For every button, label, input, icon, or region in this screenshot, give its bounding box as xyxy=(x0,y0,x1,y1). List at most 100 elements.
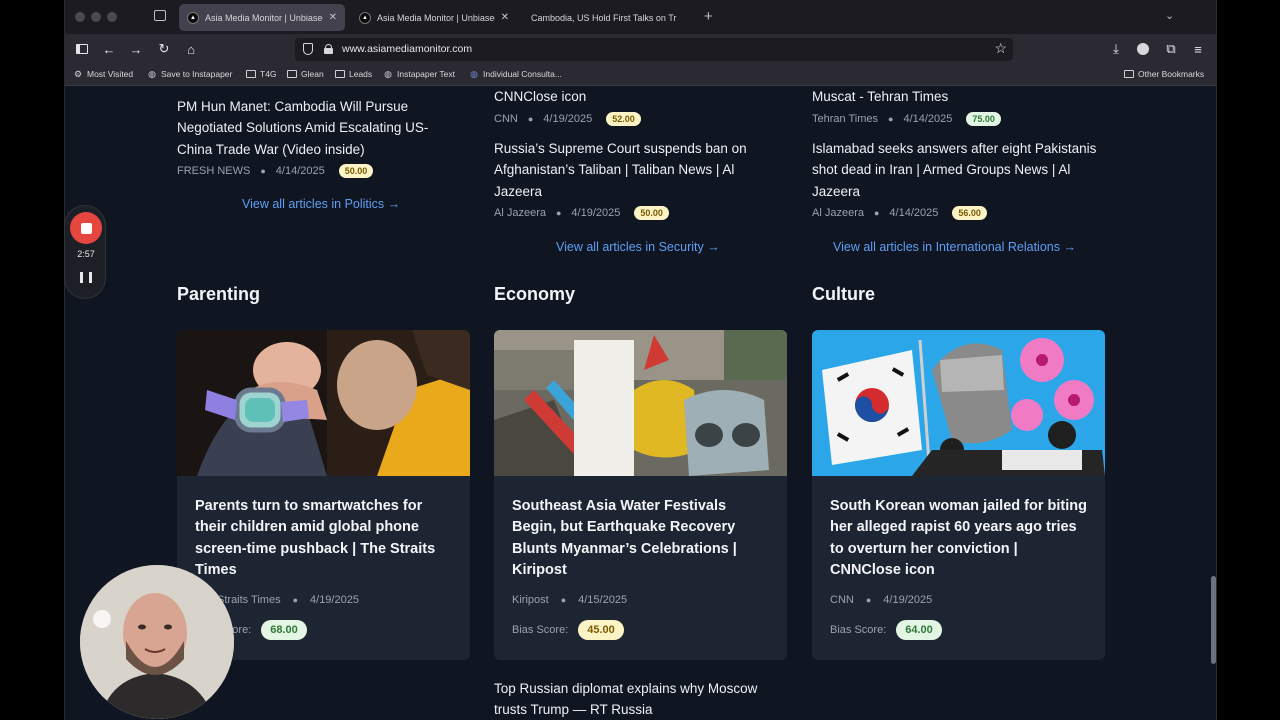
card-title-link[interactable]: Parents turn to smartwatches for their c… xyxy=(195,496,457,581)
separator-dot: ● xyxy=(292,595,299,605)
bookmark-most-visited[interactable]: ⚙ Most Visited xyxy=(73,68,134,80)
article-meta: Al Jazeera ● 4/19/2025 50.00 xyxy=(494,206,669,220)
separator-dot: ● xyxy=(865,595,872,605)
web-page: PM Hun Manet: Cambodia Will Pursue Negot… xyxy=(65,86,1216,720)
article-source: FRESH NEWS xyxy=(177,165,251,177)
korean-flag-protest-illustration xyxy=(812,330,1105,476)
back-arrow-icon[interactable]: ← xyxy=(100,40,118,58)
bookmark-label: Glean xyxy=(301,69,324,79)
bookmark-folder-glean[interactable]: Glean xyxy=(287,69,324,79)
folder-icon xyxy=(246,70,256,79)
menu-icon[interactable]: ≡ xyxy=(1189,40,1207,58)
site-favicon-icon: ▲ xyxy=(359,11,371,24)
tab-asia-media-monitor-active[interactable]: ▲ Asia Media Monitor | Unbiased A ✕ xyxy=(179,4,345,31)
article-title-link[interactable]: Islamabad seeks answers after eight Paki… xyxy=(812,138,1106,202)
account-icon[interactable] xyxy=(1134,40,1152,58)
child-smartwatch-photo xyxy=(177,330,470,476)
browser-window: ▲ Asia Media Monitor | Unbiased A ✕ ▲ As… xyxy=(64,0,1217,720)
bias-score-badge: 45.00 xyxy=(578,620,624,640)
article-title-link[interactable]: Russia’s Supreme Court suspends ban on A… xyxy=(494,138,784,202)
separator-dot: ● xyxy=(555,208,562,218)
site-favicon-icon: ▲ xyxy=(187,11,199,24)
bookmark-label: Leads xyxy=(349,69,373,79)
forward-arrow-icon[interactable]: → xyxy=(127,40,145,58)
bookmark-label: Other Bookmarks xyxy=(1138,69,1205,79)
card-title-link[interactable]: Southeast Asia Water Festivals Begin, bu… xyxy=(512,496,774,581)
article-date: 4/14/2025 xyxy=(275,165,325,177)
other-bookmarks-folder[interactable]: Other Bookmarks xyxy=(1124,69,1204,79)
article-card-economy[interactable]: Southeast Asia Water Festivals Begin, bu… xyxy=(494,330,787,660)
globe-icon: ◍ xyxy=(470,68,478,79)
tab-label: Asia Media Monitor | Unbiased A xyxy=(377,12,495,23)
section-title-parenting: Parenting xyxy=(177,284,261,304)
bookmark-individual-consulta[interactable]: ◍ Individual Consulta... xyxy=(469,68,562,80)
minimize-window-button[interactable] xyxy=(91,12,101,22)
article-source: CNN xyxy=(494,113,518,125)
new-tab-button[interactable]: + xyxy=(704,8,713,25)
article-date: 4/19/2025 xyxy=(543,113,593,125)
view-all-security-link[interactable]: View all articles in Security → xyxy=(556,240,720,254)
article-date: 4/14/2025 xyxy=(889,207,939,219)
view-all-international-relations-link[interactable]: View all articles in International Relat… xyxy=(833,240,1076,254)
card-source: CNN xyxy=(830,594,854,606)
tab-overview-icon[interactable] xyxy=(154,10,166,21)
folder-icon xyxy=(1124,70,1134,79)
tab-cambodia-us-talks[interactable]: Cambodia, US Hold First Talks on Tr xyxy=(523,4,689,31)
pause-recording-button[interactable] xyxy=(80,272,92,284)
bookmark-folder-leads[interactable]: Leads xyxy=(335,69,372,79)
tab-list-chevron-icon[interactable]: ⌄ xyxy=(1165,9,1174,22)
stop-recording-button[interactable] xyxy=(70,212,102,244)
zoom-window-button[interactable] xyxy=(107,12,117,22)
webcam-overlay[interactable] xyxy=(80,565,234,719)
close-window-button[interactable] xyxy=(75,12,85,22)
article-meta: Al Jazeera ● 4/14/2025 56.00 xyxy=(812,206,987,220)
separator-dot: ● xyxy=(888,114,894,124)
section-title-culture: Culture xyxy=(812,284,875,304)
page-scrollbar[interactable] xyxy=(1211,576,1216,664)
card-meta: CNN ● 4/19/2025 xyxy=(830,594,932,606)
gear-icon: ⚙ xyxy=(73,68,83,79)
tracking-protection-shield-icon[interactable] xyxy=(303,43,313,55)
card-date: 4/15/2025 xyxy=(578,594,628,606)
separator-dot: ● xyxy=(527,114,534,124)
home-icon[interactable]: ⌂ xyxy=(182,40,200,58)
article-title-link[interactable]: Muscat - Tehran Times xyxy=(812,86,1106,107)
card-source: Kiripost xyxy=(512,594,549,606)
bias-score-badge: 52.00 xyxy=(606,112,641,126)
article-meta: FRESH NEWS ● 4/14/2025 50.00 xyxy=(177,164,374,178)
reload-icon[interactable]: ↻ xyxy=(155,40,173,58)
tab-asia-media-monitor[interactable]: ▲ Asia Media Monitor | Unbiased A ✕ xyxy=(351,4,517,31)
tab-close-icon[interactable]: ✕ xyxy=(501,12,509,23)
address-bar[interactable]: www.asiamediamonitor.com ☆ xyxy=(295,38,1013,61)
bookmarks-toolbar: ⚙ Most Visited ◍ Save to Instapaper T4G Gl… xyxy=(65,64,1216,86)
article-title-link[interactable]: PM Hun Manet: Cambodia Will Pursue Negot… xyxy=(177,96,463,160)
bias-score-badge: 75.00 xyxy=(966,112,1001,126)
bookmark-folder-t4g[interactable]: T4G xyxy=(246,69,277,79)
festival-masks-photo xyxy=(494,330,787,476)
view-all-politics-link[interactable]: View all articles in Politics → xyxy=(242,197,400,211)
extensions-icon[interactable]: ⧉ xyxy=(1162,40,1180,58)
bookmark-instapaper-text[interactable]: ◍ Instapaper Text xyxy=(383,69,455,80)
tab-close-icon[interactable]: ✕ xyxy=(329,12,337,23)
separator-dot: ● xyxy=(260,166,266,176)
card-bias-score: Bias Score: 64.00 xyxy=(830,620,942,640)
card-title-link[interactable]: South Korean woman jailed for biting her… xyxy=(830,496,1092,581)
lock-icon[interactable] xyxy=(324,44,333,54)
card-meta: Kiripost ● 4/15/2025 xyxy=(512,594,627,606)
bias-score-badge: 68.00 xyxy=(261,620,307,640)
article-source: Al Jazeera xyxy=(812,207,864,219)
navigation-toolbar: ← → ↻ ⌂ www.asiamediamonitor.com ☆ ⤓ ⧉ ≡ xyxy=(65,34,1216,64)
folder-icon xyxy=(335,70,345,79)
card-date: 4/19/2025 xyxy=(310,594,359,606)
article-date: 4/19/2025 xyxy=(571,207,621,219)
downloads-icon[interactable]: ⤓ xyxy=(1107,40,1125,58)
article-title-link[interactable]: Top Russian diplomat explains why Moscow… xyxy=(494,678,794,720)
bookmark-star-icon[interactable]: ☆ xyxy=(994,40,1007,57)
sidebar-toggle-icon[interactable] xyxy=(73,40,91,58)
bias-score-badge: 50.00 xyxy=(338,164,374,178)
article-title-link[interactable]: CNNClose icon xyxy=(494,86,784,107)
bookmark-save-to-instapaper[interactable]: ◍ Save to Instapaper xyxy=(147,69,232,80)
article-card-culture[interactable]: South Korean woman jailed for biting her… xyxy=(812,330,1105,660)
bookmark-label: Most Visited xyxy=(87,69,134,79)
bookmark-label: T4G xyxy=(260,69,277,79)
